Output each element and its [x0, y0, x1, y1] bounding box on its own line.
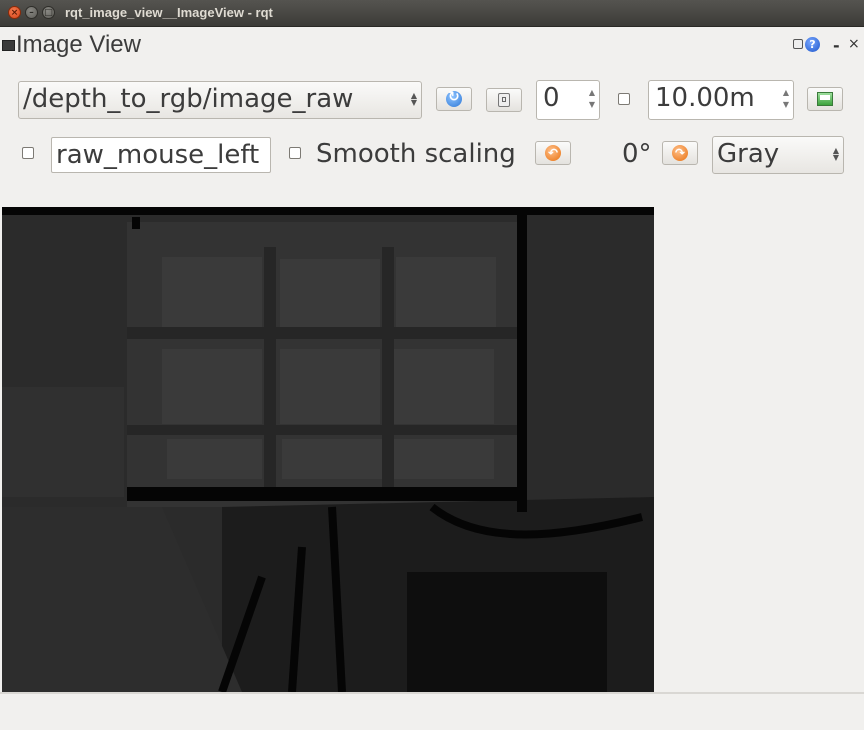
- mouse-topic-field[interactable]: raw_mouse_left: [51, 137, 271, 173]
- colormap-value: Gray: [717, 139, 780, 169]
- window-title: rqt_image_view__ImageView - rqt: [65, 5, 273, 20]
- smooth-scaling-checkbox[interactable]: [289, 147, 301, 159]
- max-range-value: 10.00m: [655, 83, 755, 113]
- depth-image-content: [2, 207, 654, 692]
- zoom-fit-icon: [498, 93, 510, 107]
- topic-value: /depth_to_rgb/image_raw: [23, 84, 354, 114]
- smooth-scaling-label: Smooth scaling: [316, 139, 516, 169]
- dock-handle-icon[interactable]: [2, 40, 15, 51]
- close-icon: ×: [848, 36, 860, 52]
- minimize-icon: -: [833, 36, 840, 55]
- rotate-left-icon: ↶: [545, 145, 561, 161]
- dock-close-button[interactable]: ×: [848, 36, 860, 52]
- spin-arrows-icon: ▲ ▼: [782, 88, 789, 109]
- zoom-fit-button[interactable]: [486, 88, 522, 112]
- combobox-arrows-icon: ▲ ▼: [832, 146, 839, 162]
- window-minimize-button[interactable]: –: [25, 6, 38, 19]
- refresh-icon: [446, 89, 462, 107]
- value-spinbox[interactable]: 0 ▲ ▼: [536, 80, 600, 120]
- rotate-left-button[interactable]: ↶: [535, 141, 571, 165]
- maximize-icon: □: [44, 8, 53, 18]
- status-divider: [0, 692, 864, 694]
- topic-combobox[interactable]: /depth_to_rgb/image_raw ▲ ▼: [18, 81, 422, 119]
- spin-arrows-icon: ▲ ▼: [588, 88, 595, 109]
- window-maximize-button[interactable]: □: [42, 6, 55, 19]
- combobox-arrows-icon: ▲ ▼: [410, 91, 417, 107]
- mouse-topic-value: raw_mouse_left: [56, 140, 260, 170]
- rotation-label: 0°: [622, 139, 652, 169]
- minimize-icon: –: [29, 8, 34, 18]
- help-button[interactable]: ?: [805, 37, 820, 52]
- colormap-combobox[interactable]: Gray ▲ ▼: [712, 136, 844, 174]
- max-range-spinbox[interactable]: 10.00m ▲ ▼: [648, 80, 794, 120]
- save-image-icon: [817, 92, 833, 106]
- dynamic-range-checkbox[interactable]: [618, 93, 630, 105]
- close-icon: ×: [10, 8, 19, 18]
- help-icon: ?: [809, 38, 816, 51]
- rotate-right-button[interactable]: ↷: [662, 141, 698, 165]
- refresh-topics-button[interactable]: [436, 87, 472, 111]
- undock-button[interactable]: [793, 39, 803, 49]
- depth-image[interactable]: [2, 207, 654, 692]
- window-close-button[interactable]: ×: [8, 6, 21, 19]
- publish-click-checkbox[interactable]: [22, 147, 34, 159]
- dock-title: Image View: [16, 31, 141, 58]
- spin-value: 0: [543, 83, 560, 113]
- rotate-right-icon: ↷: [672, 145, 688, 161]
- dock-minimize-button[interactable]: -: [833, 36, 840, 55]
- save-image-button[interactable]: [807, 87, 843, 111]
- window-titlebar: × – □ rqt_image_view__ImageView - rqt: [0, 0, 864, 27]
